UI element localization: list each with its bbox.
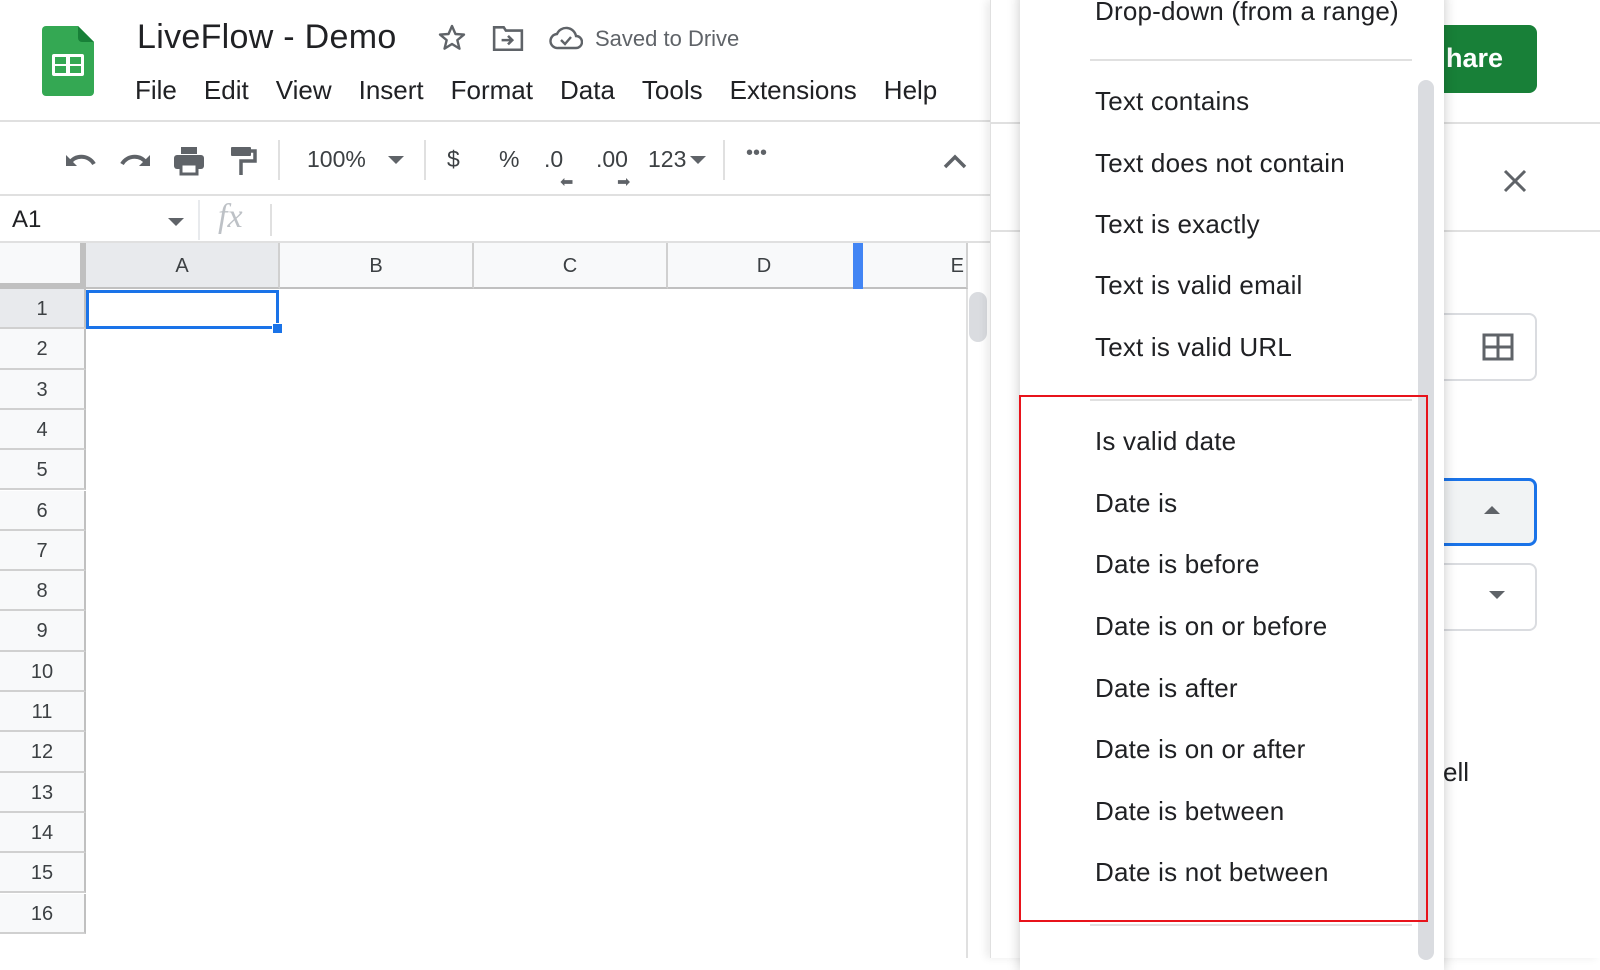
menu-option-text[interactable]: Text is valid URL — [1095, 332, 1292, 363]
spreadsheet-grid: A B C D E 1 2 3 4 5 6 7 8 9 10 11 12 13 14 15 16 — [0, 243, 990, 958]
row-header-15[interactable]: 15 — [0, 853, 86, 894]
menu-option-date[interactable]: Date is before — [1095, 549, 1260, 580]
arrow-left-icon: ⬅ — [560, 174, 574, 191]
toolbar: 100% $ % .0 ⬅ .00 ➡ 123 ••• — [0, 124, 990, 196]
column-header-d[interactable]: D — [668, 243, 862, 289]
row-header-4[interactable]: 4 — [0, 409, 86, 451]
menu-insert[interactable]: Insert — [359, 75, 424, 106]
caret-down-icon[interactable] — [1489, 591, 1505, 599]
row-header-7[interactable]: 7 — [0, 530, 86, 572]
menu-option-text[interactable]: Text is exactly — [1095, 209, 1260, 240]
formula-bar: A1 fx — [0, 198, 990, 243]
print-icon[interactable] — [172, 144, 206, 178]
row-header-8[interactable]: 8 — [0, 571, 86, 612]
column-header-e[interactable]: E — [862, 243, 968, 289]
decrease-decimal-button[interactable]: .0 — [544, 146, 563, 173]
row-header-3[interactable]: 3 — [0, 369, 86, 410]
menu-option-date[interactable]: Date is between — [1095, 796, 1284, 827]
menu-tools[interactable]: Tools — [642, 75, 703, 106]
currency-format-button[interactable]: $ — [447, 146, 460, 173]
menu-file[interactable]: File — [135, 75, 177, 106]
row-header-5[interactable]: 5 — [0, 450, 86, 491]
toolbar-divider — [424, 140, 426, 180]
menu-data[interactable]: Data — [560, 75, 615, 106]
row-header-6[interactable]: 6 — [0, 490, 86, 531]
menu-option-date[interactable]: Is valid date — [1095, 426, 1236, 457]
column-header-c[interactable]: C — [474, 243, 668, 289]
menu-option-text[interactable]: Text does not contain — [1095, 148, 1345, 179]
toolbar-divider — [723, 140, 725, 180]
menu-option-date[interactable]: Date is on or before — [1095, 611, 1327, 642]
menu-divider — [1090, 399, 1412, 401]
grid-scroll-track — [966, 289, 968, 958]
menu-edit[interactable]: Edit — [204, 75, 249, 106]
function-icon: fx — [218, 198, 243, 235]
formula-input[interactable] — [276, 202, 966, 238]
menu-extensions[interactable]: Extensions — [730, 75, 857, 106]
collapse-toolbar-icon[interactable] — [938, 144, 972, 178]
zoom-select[interactable]: 100% — [307, 146, 366, 173]
increase-decimal-button[interactable]: .00 — [596, 146, 628, 173]
toolbar-divider — [278, 140, 280, 180]
row-header-1[interactable]: 1 — [0, 289, 86, 330]
name-box-caret-icon[interactable] — [168, 218, 184, 226]
paint-format-icon[interactable] — [226, 144, 260, 178]
document-title[interactable]: LiveFlow - Demo — [137, 18, 397, 57]
undo-icon[interactable] — [64, 144, 98, 178]
formula-divider — [198, 200, 200, 240]
grid-vertical-scrollbar[interactable] — [969, 292, 987, 342]
caret-up-icon[interactable] — [1484, 506, 1500, 514]
selected-cell-a1[interactable] — [86, 290, 279, 329]
formula-divider — [270, 204, 272, 236]
row-header-11[interactable]: 11 — [0, 692, 86, 733]
star-icon[interactable] — [436, 22, 468, 54]
close-icon[interactable] — [1498, 164, 1532, 198]
arrow-right-icon: ➡ — [617, 174, 631, 191]
menu-view[interactable]: View — [276, 75, 332, 106]
more-formats-caret-icon[interactable] — [690, 156, 706, 164]
menu-option-date[interactable]: Date is on or after — [1095, 734, 1305, 765]
menu-option-date[interactable]: Date is after — [1095, 673, 1238, 704]
name-box[interactable]: A1 — [12, 206, 41, 234]
menu-option-dropdown-range[interactable]: Drop-down (from a range) — [1095, 0, 1399, 27]
more-options-icon[interactable]: ••• — [746, 142, 767, 165]
save-status: Saved to Drive — [595, 26, 740, 51]
google-sheets-logo[interactable] — [42, 26, 94, 96]
menu-option-date[interactable]: Date is — [1095, 488, 1177, 519]
menu-option-text[interactable]: Text contains — [1095, 86, 1249, 117]
column-resize-handle[interactable] — [853, 243, 863, 289]
row-header-14[interactable]: 14 — [0, 812, 86, 854]
menu-option-date[interactable]: Date is not between — [1095, 857, 1329, 888]
menu-divider — [1090, 924, 1412, 926]
criteria-dropdown-menu: Drop-down (from a range) Text contains Te… — [1020, 0, 1444, 970]
column-header-a[interactable]: A — [86, 243, 280, 289]
dropdown-scrollbar[interactable] — [1418, 80, 1434, 960]
row-header-2[interactable]: 2 — [0, 329, 86, 370]
row-header-9[interactable]: 9 — [0, 611, 86, 652]
move-to-folder-icon[interactable] — [492, 24, 524, 52]
menu-divider — [1090, 59, 1412, 61]
cloud-saved-icon[interactable] — [549, 24, 583, 52]
select-all-corner[interactable] — [0, 243, 86, 289]
fill-handle[interactable] — [272, 323, 283, 334]
redo-icon[interactable] — [118, 144, 152, 178]
select-range-icon[interactable] — [1482, 333, 1514, 361]
menu-bar: File Edit View Insert Format Data Tools … — [135, 75, 964, 106]
column-header-b[interactable]: B — [280, 243, 474, 289]
row-header-13[interactable]: 13 — [0, 772, 86, 813]
menu-option-text[interactable]: Text is valid email — [1095, 270, 1303, 301]
row-header-12[interactable]: 12 — [0, 732, 86, 773]
row-header-10[interactable]: 10 — [0, 651, 86, 692]
more-formats-button[interactable]: 123 — [648, 146, 686, 173]
zoom-caret-icon[interactable] — [388, 156, 404, 164]
row-header-16[interactable]: 16 — [0, 893, 86, 934]
menu-help[interactable]: Help — [884, 75, 937, 106]
percent-format-button[interactable]: % — [499, 146, 519, 173]
menu-format[interactable]: Format — [451, 75, 533, 106]
